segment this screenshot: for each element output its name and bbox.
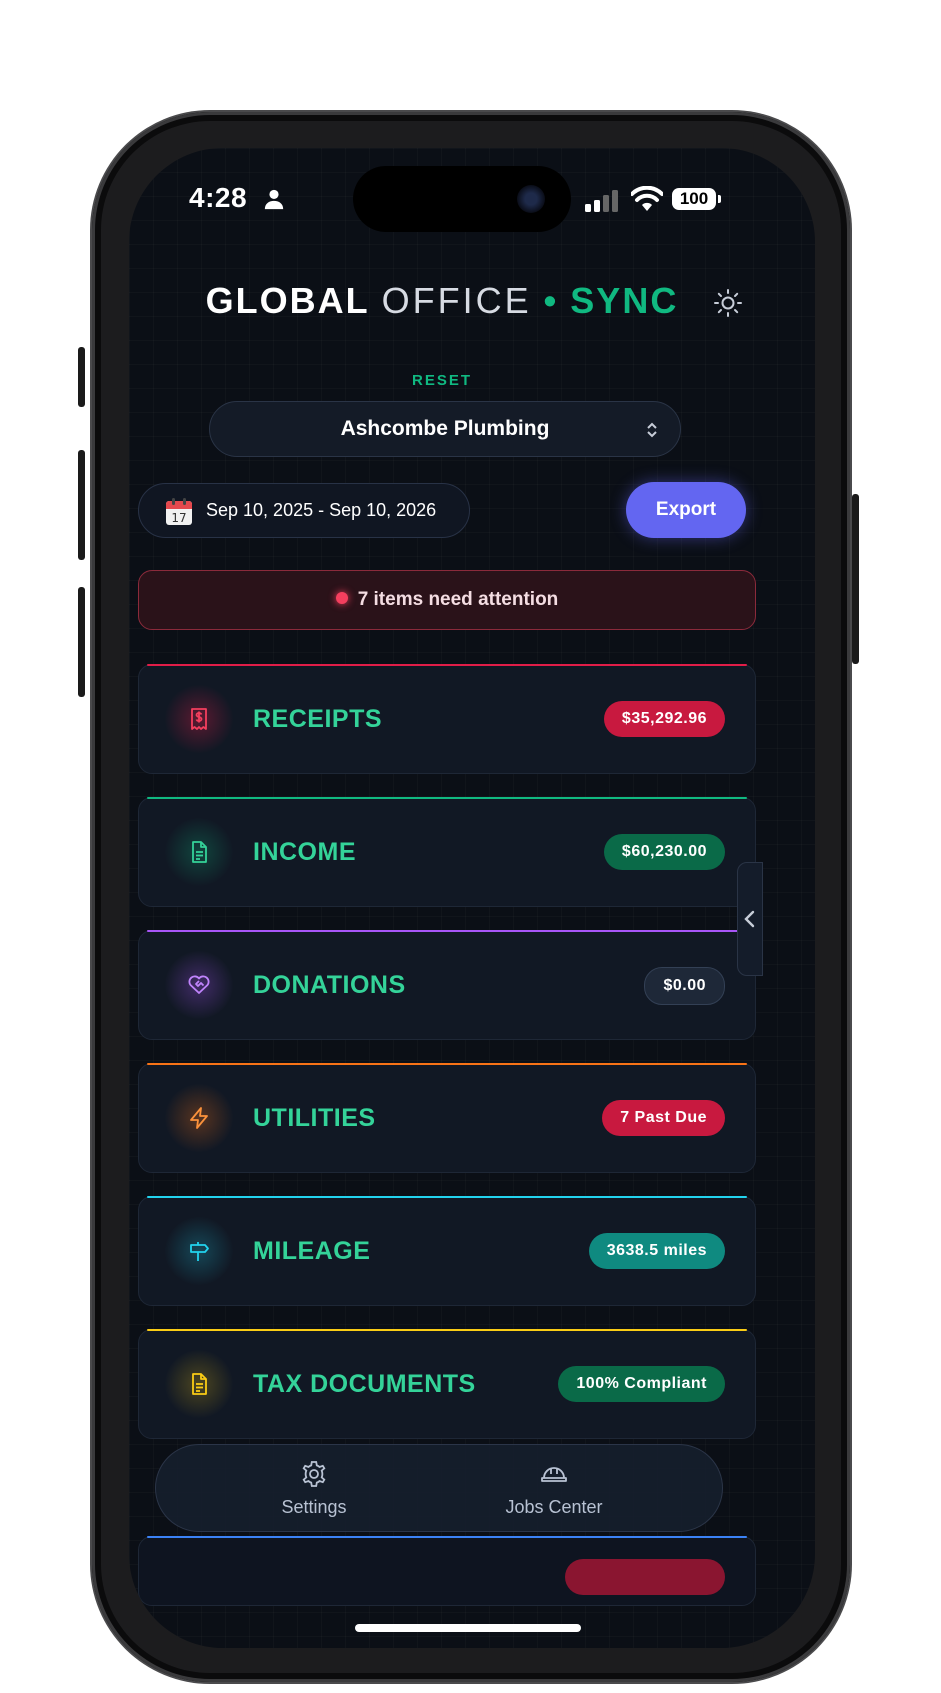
card-label: UTILITIES — [253, 1104, 376, 1132]
attention-alert[interactable]: 7 items need attention — [138, 570, 756, 630]
hard-hat-icon — [541, 1467, 567, 1482]
side-drawer-tab[interactable] — [737, 862, 763, 976]
nav-jobs-center-label: Jobs Center — [505, 1497, 603, 1517]
phone-power-button — [852, 494, 859, 664]
nav-settings[interactable]: Settings — [234, 1459, 394, 1518]
app-screen: 4:28 100 GLOBAL OFFICE • SYNC RESET Ashc… — [129, 148, 815, 1648]
card-badge: 7 Past Due — [602, 1100, 725, 1136]
app-title-global: GLOBAL — [205, 280, 370, 321]
camera-lens-icon — [517, 185, 545, 213]
battery-indicator: 100 — [672, 188, 721, 210]
chevron-left-icon — [744, 910, 755, 928]
company-select-value: Ashcombe Plumbing — [340, 417, 550, 440]
card-tax-documents[interactable]: TAX DOCUMENTS 100% Compliant — [138, 1329, 756, 1439]
status-time: 4:28 — [189, 182, 248, 213]
card-icon-wrap — [165, 685, 233, 753]
card-label: RECEIPTS — [253, 705, 383, 733]
date-range-picker[interactable]: 17 Sep 10, 2025 - Sep 10, 2026 — [138, 483, 470, 538]
document-icon — [192, 841, 207, 863]
app-title-office: OFFICE — [381, 280, 532, 321]
phone-volume-up-button — [78, 450, 85, 560]
home-indicator[interactable] — [355, 1624, 581, 1632]
card-icon-wrap — [165, 1217, 233, 1285]
card-label: DONATIONS — [253, 971, 406, 999]
card-partial-next[interactable] — [138, 1536, 756, 1606]
phone-frame: 4:28 100 GLOBAL OFFICE • SYNC RESET Ashc… — [78, 112, 859, 1682]
card-badge: $60,230.00 — [603, 834, 725, 870]
phone-action-button — [78, 347, 85, 407]
card-donations[interactable]: DONATIONS $0.00 — [138, 930, 756, 1040]
signpost-icon — [190, 1242, 209, 1261]
card-icon-wrap — [165, 1350, 233, 1418]
theme-toggle-sun-icon[interactable] — [713, 288, 743, 318]
dynamic-island — [353, 166, 571, 232]
card-utilities[interactable]: UTILITIES 7 Past Due — [138, 1063, 756, 1173]
app-title-sync: SYNC — [570, 280, 679, 321]
card-income[interactable]: INCOME $60,230.00 — [138, 797, 756, 907]
calendar-icon: 17 — [166, 498, 192, 525]
reset-button[interactable]: RESET — [129, 372, 755, 389]
nav-jobs-center[interactable]: Jobs Center — [474, 1459, 634, 1518]
card-badge: $35,292.96 — [603, 701, 725, 737]
card-icon-wrap — [165, 1084, 233, 1152]
nav-settings-label: Settings — [281, 1497, 347, 1517]
card-badge: $0.00 — [644, 967, 725, 1005]
alert-text: 7 items need attention — [357, 589, 559, 610]
calendar-day: 17 — [171, 511, 186, 525]
card-label: INCOME — [253, 838, 356, 866]
date-range-text: Sep 10, 2025 - Sep 10, 2026 — [206, 500, 437, 520]
card-badge: 100% Compliant — [558, 1366, 725, 1402]
card-badge: 3638.5 miles — [588, 1233, 725, 1269]
card-label: MILEAGE — [253, 1237, 371, 1265]
cellular-signal-icon — [585, 190, 618, 212]
tax-document-icon — [192, 1373, 207, 1395]
card-receipts[interactable]: RECEIPTS $35,292.96 — [138, 664, 756, 774]
bottom-nav: Settings Jobs Center — [155, 1444, 723, 1532]
card-badge-partial — [565, 1559, 725, 1595]
select-chevrons-icon — [647, 422, 657, 438]
card-icon-wrap — [165, 818, 233, 886]
heart-handshake-icon — [188, 975, 210, 994]
person-icon — [264, 189, 284, 210]
app-title-separator: • — [543, 280, 559, 321]
app-title: GLOBAL OFFICE • SYNC — [129, 280, 755, 322]
card-icon-wrap — [165, 951, 233, 1019]
export-button[interactable]: Export — [626, 482, 746, 538]
card-mileage[interactable]: MILEAGE 3638.5 miles — [138, 1196, 756, 1306]
gear-icon — [302, 1461, 326, 1487]
phone-volume-down-button — [78, 587, 85, 697]
alert-dot-icon — [335, 592, 348, 604]
receipt-icon — [191, 708, 207, 730]
lightning-icon — [190, 1107, 208, 1129]
card-label: TAX DOCUMENTS — [253, 1370, 476, 1398]
company-select[interactable]: Ashcombe Plumbing — [209, 401, 681, 457]
wifi-icon — [631, 186, 663, 211]
